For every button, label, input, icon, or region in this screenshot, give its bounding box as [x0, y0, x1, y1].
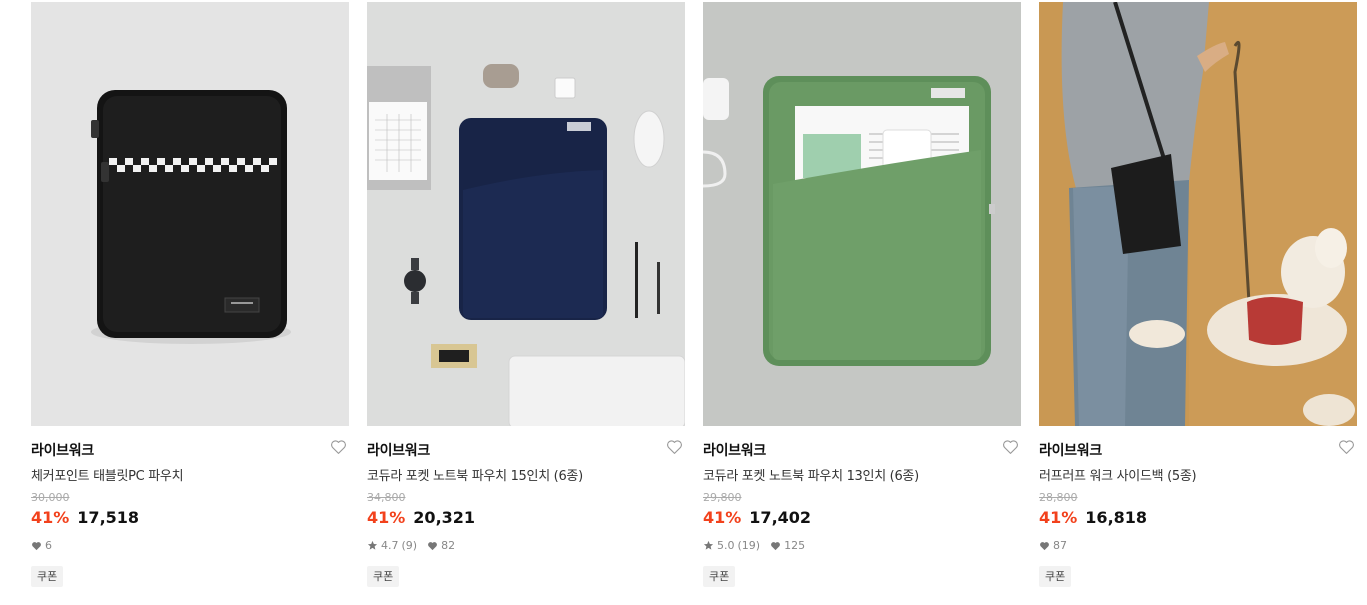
- rating-stat: 5.0 (19): [703, 539, 760, 552]
- green-laptop-pouch-image: [703, 2, 1021, 426]
- likes-count: 87: [1053, 539, 1067, 552]
- coupon-badge: 쿠폰: [1039, 566, 1072, 587]
- product-card[interactable]: 라이브워크 러프러프 워크 사이드백 (5종) 28,800 41% 16,81…: [1039, 2, 1357, 605]
- side-bag-dog-image: [1039, 2, 1357, 426]
- price-row: 41% 17,518: [31, 508, 139, 527]
- sale-price: 17,402: [749, 508, 812, 527]
- price-row: 41% 16,818: [1039, 508, 1147, 527]
- product-card[interactable]: 라이브워크 코듀라 포켓 노트북 파우치 13인치 (6종) 29,800 41…: [703, 2, 1021, 605]
- product-grid: 라이브워크 체커포인트 태블릿PC 파우치 30,000 41% 17,518 …: [31, 2, 1357, 605]
- likes-stat: 6: [31, 539, 52, 552]
- original-price: 30,000: [31, 491, 70, 504]
- rating-stat: 4.7 (9): [367, 539, 417, 552]
- product-title[interactable]: 러프러프 워크 사이드백 (5종): [1039, 465, 1197, 484]
- star-icon: [703, 540, 714, 550]
- brand-name[interactable]: 라이브워크: [31, 440, 94, 460]
- product-title[interactable]: 코듀라 포켓 노트북 파우치 13인치 (6종): [703, 465, 919, 484]
- price-row: 41% 17,402: [703, 508, 811, 527]
- price-row: 41% 20,321: [367, 508, 475, 527]
- heart-filled-icon: [1040, 541, 1049, 550]
- product-card[interactable]: 라이브워크 코듀라 포켓 노트북 파우치 15인치 (6종) 34,800 41…: [367, 2, 685, 605]
- discount-rate: 41%: [1039, 508, 1078, 527]
- likes-stat: 125: [770, 539, 805, 552]
- discount-rate: 41%: [367, 508, 406, 527]
- product-card[interactable]: 라이브워크 체커포인트 태블릿PC 파우치 30,000 41% 17,518 …: [31, 2, 349, 605]
- coupon-badge: 쿠폰: [367, 566, 400, 587]
- review-count: (19): [737, 539, 761, 552]
- likes-stat: 87: [1039, 539, 1067, 552]
- likes-stat: 82: [427, 539, 455, 552]
- brand-name[interactable]: 라이브워크: [367, 440, 430, 460]
- star-icon: [367, 540, 378, 550]
- sale-price: 16,818: [1085, 508, 1148, 527]
- sale-price: 20,321: [413, 508, 476, 527]
- product-image[interactable]: [703, 2, 1021, 426]
- likes-count: 125: [784, 539, 806, 552]
- rating-value: 4.7: [381, 539, 399, 552]
- product-image[interactable]: [31, 2, 349, 426]
- black-tablet-pouch-image: [31, 2, 349, 426]
- product-stats: 6: [31, 539, 52, 552]
- heart-icon[interactable]: [330, 439, 347, 455]
- likes-count: 6: [45, 539, 52, 552]
- product-image[interactable]: [1039, 2, 1357, 426]
- review-count: (9): [401, 539, 418, 552]
- product-stats: 5.0 (19) 125: [703, 539, 805, 552]
- original-price: 28,800: [1039, 491, 1078, 504]
- product-stats: 87: [1039, 539, 1067, 552]
- coupon-badge: 쿠폰: [703, 566, 736, 587]
- heart-filled-icon: [771, 541, 781, 550]
- heart-filled-icon: [32, 541, 41, 550]
- navy-laptop-pouch-image: [367, 2, 685, 426]
- sale-price: 17,518: [77, 508, 140, 527]
- heart-icon[interactable]: [666, 439, 683, 455]
- brand-name[interactable]: 라이브워크: [1039, 440, 1102, 460]
- original-price: 34,800: [367, 491, 406, 504]
- coupon-badge: 쿠폰: [31, 566, 64, 587]
- product-image[interactable]: [367, 2, 685, 426]
- heart-icon[interactable]: [1338, 439, 1355, 455]
- product-title[interactable]: 코듀라 포켓 노트북 파우치 15인치 (6종): [367, 465, 583, 484]
- likes-count: 82: [441, 539, 456, 552]
- discount-rate: 41%: [31, 508, 70, 527]
- heart-filled-icon: [428, 541, 438, 550]
- discount-rate: 41%: [703, 508, 742, 527]
- heart-icon[interactable]: [1002, 439, 1019, 455]
- product-stats: 4.7 (9) 82: [367, 539, 455, 552]
- brand-name[interactable]: 라이브워크: [703, 440, 766, 460]
- product-title[interactable]: 체커포인트 태블릿PC 파우치: [31, 465, 184, 484]
- original-price: 29,800: [703, 491, 742, 504]
- rating-value: 5.0: [717, 539, 735, 552]
